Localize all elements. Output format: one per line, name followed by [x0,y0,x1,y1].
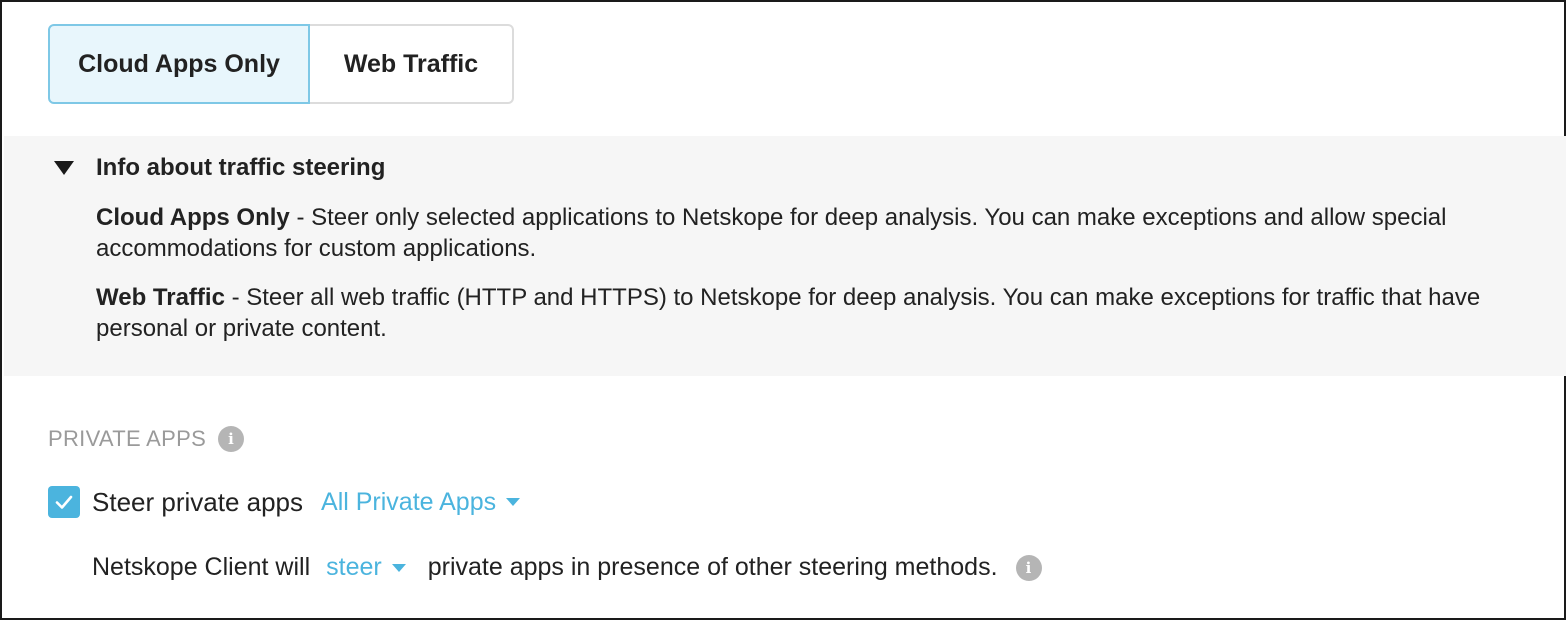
web-traffic-tab[interactable]: Web Traffic [310,24,514,104]
steer-private-apps-checkbox[interactable] [48,486,80,518]
caret-down-icon [391,563,406,572]
traffic-steering-info-panel: Info about traffic steering Cloud Apps O… [4,136,1566,376]
private-apps-label: PRIVATE APPS [48,426,207,451]
steer-action-dropdown-value: steer [326,553,382,581]
traffic-mode-toggle: Cloud Apps Only Web Traffic [48,24,514,104]
steer-private-apps-label: Steer private apps [92,486,304,517]
cloud-apps-only-tab[interactable]: Cloud Apps Only [48,24,310,104]
checkmark-icon [55,495,73,509]
cloud-apps-text: - Steer only selected applications to Ne… [96,204,1447,262]
sentence-suffix: private apps in presence of other steeri… [427,553,998,581]
private-apps-section: PRIVATE APPS i [48,426,245,452]
cloud-apps-term: Cloud Apps Only [96,204,290,231]
steer-action-dropdown[interactable]: steer [326,553,406,582]
info-icon[interactable]: i [218,426,245,452]
steering-config-panel: Cloud Apps Only Web Traffic Info about t… [0,0,1566,620]
web-traffic-description: Web Traffic - Steer all web traffic (HTT… [96,282,1516,344]
triangle-down-icon [54,161,74,175]
private-apps-dropdown[interactable]: All Private Apps [321,487,521,517]
cloud-apps-description: Cloud Apps Only - Steer only selected ap… [96,202,1516,264]
info-panel-toggle[interactable]: Info about traffic steering [54,154,385,182]
sentence-prefix: Netskope Client will [92,553,311,581]
steer-private-apps-row: Steer private apps All Private Apps [48,486,521,518]
caret-down-icon [506,498,521,506]
info-panel-title: Info about traffic steering [96,154,386,181]
info-icon[interactable]: i [1015,554,1042,581]
client-steering-sentence: Netskope Client will steer private apps … [92,553,1042,582]
private-apps-dropdown-value: All Private Apps [321,487,497,516]
web-traffic-term: Web Traffic [96,284,225,311]
web-traffic-text: - Steer all web traffic (HTTP and HTTPS)… [96,284,1481,342]
